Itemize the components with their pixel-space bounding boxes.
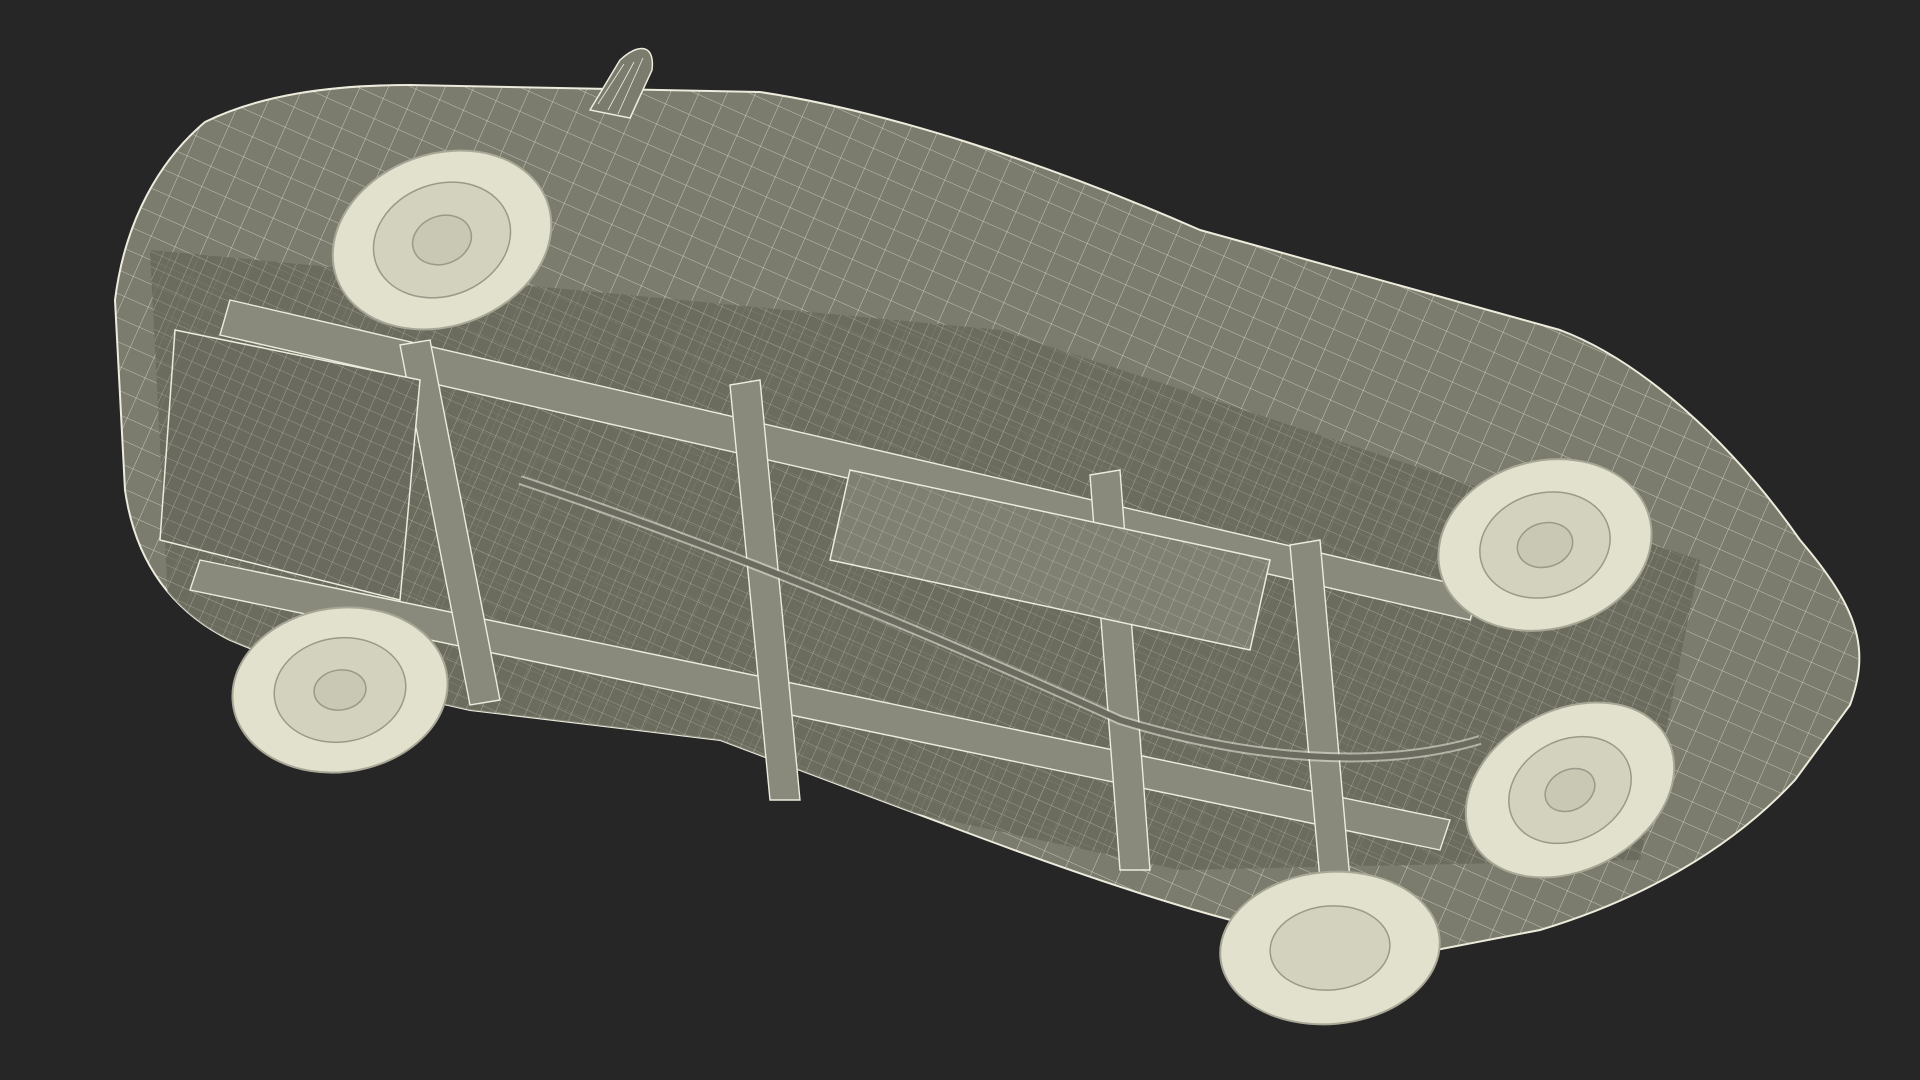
car-wireframe-render	[113, 47, 1861, 1026]
render-viewport	[0, 0, 1920, 1080]
